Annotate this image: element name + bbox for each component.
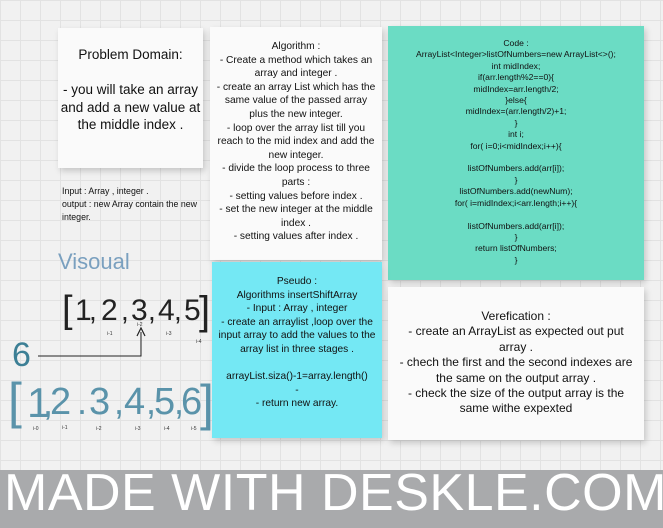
array2-char: . <box>77 381 87 422</box>
array1-char: [ <box>62 289 73 331</box>
problem-domain-text: Problem Domain: - you will take an array… <box>60 47 201 132</box>
index2-label: i-3 <box>135 426 141 432</box>
array1-char: , <box>121 295 129 326</box>
pseudo-note[interactable]: Pseudo : Algorithms insertShiftArray - I… <box>212 262 382 438</box>
input-output-text: Input : Array , integer . output : new A… <box>62 186 197 222</box>
index2-label: i-5 <box>191 426 197 432</box>
array-sketch: [ 1 , 2 , 3 , 4 , 5 ] i-1 i-2 i-3 i-4 6 … <box>8 289 214 432</box>
index2-label: i-2 <box>96 426 102 432</box>
index2-label: i-1 <box>62 425 68 431</box>
pseudo-text: Pseudo : Algorithms insertShiftArray - I… <box>218 276 376 410</box>
array1-char: 4 <box>158 294 175 327</box>
array2-char: 4 <box>124 381 145 423</box>
problem-domain-note[interactable]: Problem Domain: - you will take an array… <box>58 28 203 168</box>
index1-label: i-2 <box>137 322 143 328</box>
array2-char: 6 <box>181 381 202 423</box>
verification-text: Verefication : - create an ArrayList as … <box>399 309 633 416</box>
index1-label: i-4 <box>196 339 202 345</box>
array1-char: ] <box>199 289 210 333</box>
code-note[interactable]: Code : ArrayList<Integer>listOfNumbers=n… <box>388 26 644 280</box>
algorithm-text: Algorithm : - Create a method which take… <box>216 41 376 243</box>
index1-label: i-3 <box>166 331 172 337</box>
array1-char: , <box>174 295 182 326</box>
array2-char: 2 <box>50 381 71 423</box>
new-value: 6 <box>12 336 31 374</box>
verification-note[interactable]: Verefication : - create an ArrayList as … <box>388 287 644 440</box>
index2-label: i-0 <box>33 426 39 432</box>
array1-char: , <box>148 295 156 326</box>
visual-title: Visoual <box>58 249 130 274</box>
array2-char: 3 <box>89 381 110 423</box>
index1-label: i-1 <box>107 331 113 337</box>
insert-arrow <box>38 332 142 357</box>
array1-char: , <box>89 295 97 326</box>
algorithm-note[interactable]: Algorithm : - Create a method which take… <box>210 27 382 260</box>
array2-char: 5 <box>154 381 175 423</box>
array2-char: , <box>114 381 124 422</box>
array1-char: 2 <box>101 294 118 327</box>
index2-label: i-4 <box>164 426 170 432</box>
watermark-text: MADE WITH DESKLE.COM <box>4 464 663 522</box>
code-text: Code : ArrayList<Integer>listOfNumbers=n… <box>416 38 616 265</box>
array2-char: [ <box>8 373 22 429</box>
